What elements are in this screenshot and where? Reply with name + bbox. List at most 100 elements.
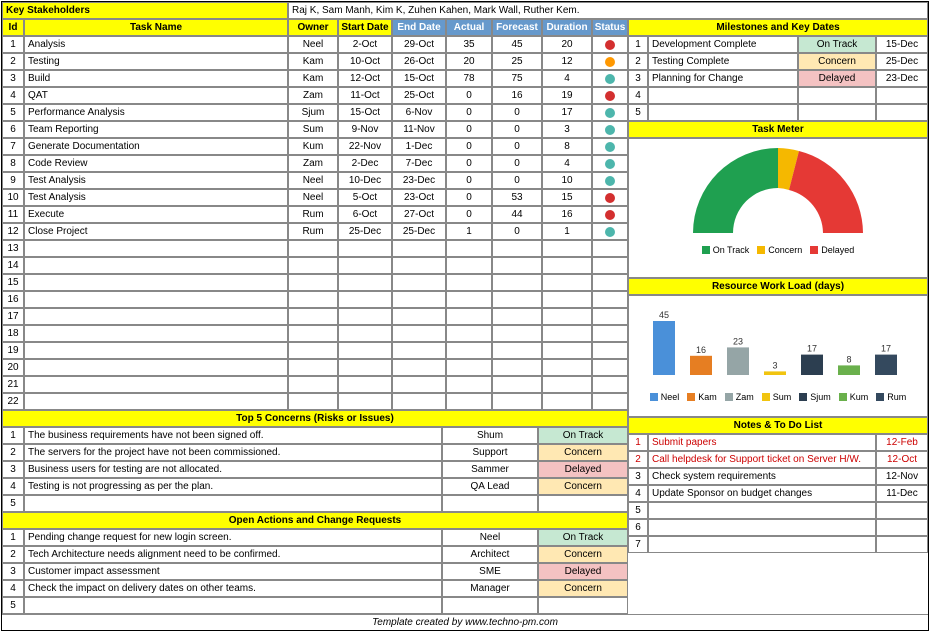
note-date[interactable]: 11-Dec: [876, 485, 928, 502]
task-start[interactable]: 10-Dec: [338, 172, 392, 189]
milestone-text[interactable]: Planning for Change: [648, 70, 798, 87]
task-row[interactable]: 1AnalysisNeel2-Oct29-Oct354520: [2, 36, 628, 53]
milestone-text[interactable]: [648, 104, 798, 121]
task-duration[interactable]: 17: [542, 104, 592, 121]
task-forecast[interactable]: 45: [492, 36, 542, 53]
action-owner[interactable]: Neel: [442, 529, 538, 546]
task-duration[interactable]: 15: [542, 189, 592, 206]
task-actual[interactable]: 0: [446, 87, 492, 104]
task-start[interactable]: 6-Oct: [338, 206, 392, 223]
milestone-date[interactable]: 15-Dec: [876, 36, 928, 53]
note-date[interactable]: [876, 519, 928, 536]
task-forecast[interactable]: 0: [492, 155, 542, 172]
task-name[interactable]: Team Reporting: [24, 121, 288, 138]
task-forecast[interactable]: 75: [492, 70, 542, 87]
task-owner[interactable]: Kum: [288, 138, 338, 155]
task-end[interactable]: 7-Dec: [392, 155, 446, 172]
task-actual[interactable]: 0: [446, 189, 492, 206]
action-row[interactable]: 5: [2, 597, 628, 614]
task-owner[interactable]: Sum: [288, 121, 338, 138]
action-row[interactable]: 2Tech Architecture needs alignment need …: [2, 546, 628, 563]
task-owner[interactable]: Neel: [288, 189, 338, 206]
task-forecast[interactable]: 25: [492, 53, 542, 70]
task-start[interactable]: 2-Oct: [338, 36, 392, 53]
task-row[interactable]: 5Performance AnalysisSjum15-Oct6-Nov0017: [2, 104, 628, 121]
action-row[interactable]: 4Check the impact on delivery dates on o…: [2, 580, 628, 597]
task-owner[interactable]: Sjum: [288, 104, 338, 121]
task-owner[interactable]: Kam: [288, 53, 338, 70]
task-end[interactable]: 1-Dec: [392, 138, 446, 155]
task-row[interactable]: 2TestingKam10-Oct26-Oct202512: [2, 53, 628, 70]
concern-row[interactable]: 2The servers for the project have not be…: [2, 444, 628, 461]
concern-text[interactable]: [24, 495, 442, 512]
task-row[interactable]: 10Test AnalysisNeel5-Oct23-Oct05315: [2, 189, 628, 206]
task-name[interactable]: Test Analysis: [24, 172, 288, 189]
milestone-date[interactable]: 25-Dec: [876, 53, 928, 70]
note-row[interactable]: 7: [628, 536, 928, 553]
note-date[interactable]: 12-Oct: [876, 451, 928, 468]
task-actual[interactable]: 0: [446, 121, 492, 138]
task-forecast[interactable]: 53: [492, 189, 542, 206]
concern-owner[interactable]: Support: [442, 444, 538, 461]
task-start[interactable]: 12-Oct: [338, 70, 392, 87]
action-text[interactable]: Pending change request for new login scr…: [24, 529, 442, 546]
task-actual[interactable]: 0: [446, 155, 492, 172]
task-owner[interactable]: Neel: [288, 172, 338, 189]
task-end[interactable]: 11-Nov: [392, 121, 446, 138]
task-name[interactable]: Performance Analysis: [24, 104, 288, 121]
concern-text[interactable]: Business users for testing are not alloc…: [24, 461, 442, 478]
task-row[interactable]: 8Code ReviewZam2-Dec7-Dec004: [2, 155, 628, 172]
note-text[interactable]: [648, 502, 876, 519]
task-owner[interactable]: Rum: [288, 223, 338, 240]
note-row[interactable]: 1Submit papers12-Feb: [628, 434, 928, 451]
note-text[interactable]: Check system requirements: [648, 468, 876, 485]
concern-row[interactable]: 3Business users for testing are not allo…: [2, 461, 628, 478]
task-row[interactable]: 4QATZam11-Oct25-Oct01619: [2, 87, 628, 104]
milestone-text[interactable]: Development Complete: [648, 36, 798, 53]
milestone-row[interactable]: 4: [628, 87, 928, 104]
task-actual[interactable]: 35: [446, 36, 492, 53]
task-row-empty[interactable]: 16: [2, 291, 628, 308]
task-owner[interactable]: Rum: [288, 206, 338, 223]
task-start[interactable]: 9-Nov: [338, 121, 392, 138]
task-row-empty[interactable]: 22: [2, 393, 628, 410]
task-forecast[interactable]: 0: [492, 223, 542, 240]
action-text[interactable]: Check the impact on delivery dates on ot…: [24, 580, 442, 597]
note-row[interactable]: 4Update Sponsor on budget changes11-Dec: [628, 485, 928, 502]
task-row[interactable]: 6Team ReportingSum9-Nov11-Nov003: [2, 121, 628, 138]
concern-owner[interactable]: [442, 495, 538, 512]
task-name[interactable]: Close Project: [24, 223, 288, 240]
task-duration[interactable]: 20: [542, 36, 592, 53]
task-start[interactable]: 5-Oct: [338, 189, 392, 206]
concern-row[interactable]: 5: [2, 495, 628, 512]
task-duration[interactable]: 4: [542, 70, 592, 87]
note-date[interactable]: 12-Nov: [876, 468, 928, 485]
task-name[interactable]: Generate Documentation: [24, 138, 288, 155]
task-actual[interactable]: 20: [446, 53, 492, 70]
note-date[interactable]: [876, 536, 928, 553]
task-owner[interactable]: Kam: [288, 70, 338, 87]
task-name[interactable]: Execute: [24, 206, 288, 223]
task-name[interactable]: Code Review: [24, 155, 288, 172]
stakeholders-value[interactable]: Raj K, Sam Manh, Kim K, Zuhen Kahen, Mar…: [288, 2, 928, 19]
task-name[interactable]: Build: [24, 70, 288, 87]
task-actual[interactable]: 0: [446, 206, 492, 223]
task-owner[interactable]: Zam: [288, 155, 338, 172]
task-row-empty[interactable]: 18: [2, 325, 628, 342]
task-end[interactable]: 26-Oct: [392, 53, 446, 70]
task-row[interactable]: 3BuildKam12-Oct15-Oct78754: [2, 70, 628, 87]
task-name[interactable]: Testing: [24, 53, 288, 70]
task-actual[interactable]: 78: [446, 70, 492, 87]
action-row[interactable]: 1Pending change request for new login sc…: [2, 529, 628, 546]
task-start[interactable]: 11-Oct: [338, 87, 392, 104]
action-row[interactable]: 3Customer impact assessmentSMEDelayed: [2, 563, 628, 580]
task-end[interactable]: 23-Dec: [392, 172, 446, 189]
note-text[interactable]: Update Sponsor on budget changes: [648, 485, 876, 502]
concern-row[interactable]: 4Testing is not progressing as per the p…: [2, 478, 628, 495]
task-actual[interactable]: 1: [446, 223, 492, 240]
concern-text[interactable]: The servers for the project have not bee…: [24, 444, 442, 461]
task-row-empty[interactable]: 15: [2, 274, 628, 291]
milestone-date[interactable]: 23-Dec: [876, 70, 928, 87]
task-name[interactable]: QAT: [24, 87, 288, 104]
concern-owner[interactable]: Shum: [442, 427, 538, 444]
